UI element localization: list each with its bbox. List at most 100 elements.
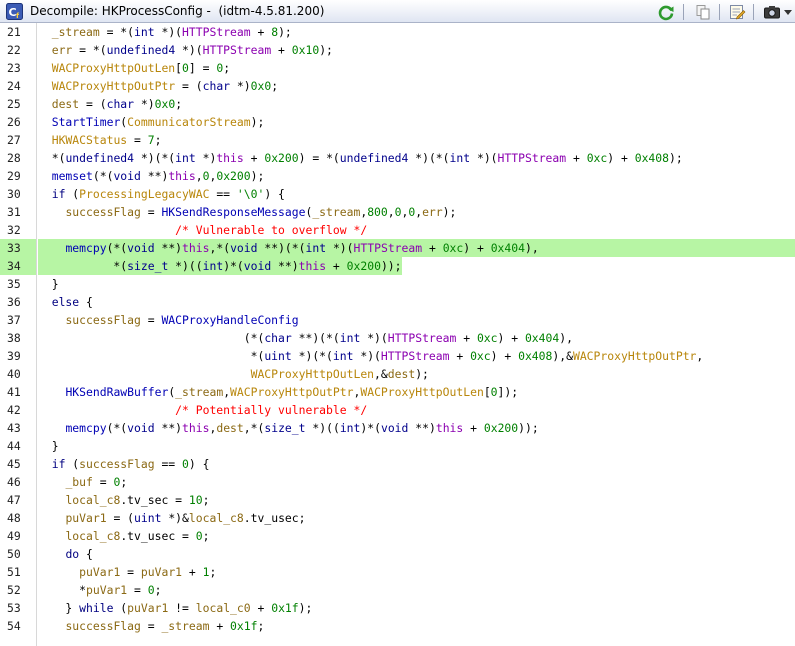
- code-token[interactable]: undefined4: [107, 43, 176, 57]
- code-token[interactable]: ,: [696, 349, 703, 363]
- code-line[interactable]: 52 *puVar1 = 0;: [0, 581, 795, 599]
- code-token[interactable]: 0: [148, 583, 155, 597]
- code-token[interactable]: 7: [148, 133, 155, 147]
- code-token[interactable]: puVar1: [79, 565, 120, 579]
- code-token[interactable]: 0x200: [484, 421, 518, 435]
- code-token[interactable]: *): [134, 97, 155, 111]
- code-text[interactable]: do {: [38, 545, 92, 563]
- code-token[interactable]: ),: [525, 241, 539, 255]
- code-token[interactable]: (: [65, 457, 79, 471]
- code-token[interactable]: +: [566, 151, 587, 165]
- code-token[interactable]: +: [271, 43, 292, 57]
- refresh-button[interactable]: [656, 2, 676, 21]
- code-token[interactable]: ;: [271, 79, 278, 93]
- code-token[interactable]: !=: [168, 601, 195, 615]
- code-token[interactable]: )*(: [223, 259, 244, 273]
- code-token[interactable]: memcpy: [65, 241, 106, 255]
- code-line[interactable]: 43 memcpy(*(void **)this,dest,*(size_t *…: [0, 419, 795, 437]
- code-token[interactable]: [38, 619, 65, 633]
- code-token[interactable]: this: [299, 259, 326, 273]
- code-token[interactable]: ));: [381, 259, 402, 273]
- code-token[interactable]: void: [381, 421, 408, 435]
- code-token[interactable]: _stream: [52, 25, 100, 39]
- code-line[interactable]: 46 _buf = 0;: [0, 473, 795, 491]
- code-token[interactable]: 0x200: [216, 169, 250, 183]
- code-token[interactable]: dest: [52, 97, 79, 111]
- code-token[interactable]: *)((: [168, 259, 202, 273]
- code-token[interactable]: ) +: [491, 349, 518, 363]
- code-token[interactable]: .tv_usec;: [244, 511, 306, 525]
- code-token[interactable]: ;: [203, 493, 210, 507]
- code-token[interactable]: 800: [367, 205, 388, 219]
- code-line[interactable]: 30 if (ProcessingLegacyWAC == '\0') {: [0, 185, 795, 203]
- code-token[interactable]: HTTPStream: [203, 43, 272, 57]
- code-token[interactable]: ) +: [607, 151, 634, 165]
- code-token[interactable]: ) = *(: [299, 151, 340, 165]
- code-token[interactable]: ]);: [498, 385, 519, 399]
- code-token[interactable]: dest: [216, 421, 243, 435]
- code-token[interactable]: .tv_usec =: [120, 529, 195, 543]
- code-token[interactable]: WACProxyHttpOutLen: [251, 367, 374, 381]
- code-text[interactable]: WACProxyHttpOutLen[0] = 0;: [38, 59, 230, 77]
- code-token[interactable]: *)(*(: [292, 349, 333, 363]
- code-token[interactable]: [38, 367, 251, 381]
- code-token[interactable]: ProcessingLegacyWAC: [79, 187, 209, 201]
- code-token[interactable]: 0x200: [347, 259, 381, 273]
- code-token[interactable]: +: [244, 151, 265, 165]
- code-token[interactable]: else: [52, 295, 79, 309]
- code-token[interactable]: =: [127, 583, 148, 597]
- code-token[interactable]: HKSendResponseMessage: [161, 205, 305, 219]
- code-line[interactable]: 32 /* Vulnerable to overflow */: [0, 221, 795, 239]
- code-token[interactable]: 0x408: [518, 349, 552, 363]
- code-text[interactable]: err = *(undefined4 *)(HTTPStream + 0x10)…: [38, 41, 333, 59]
- code-line[interactable]: 34 *(size_t *)((int)*(void **)this + 0x2…: [0, 257, 795, 275]
- code-token[interactable]: *)(*(: [134, 151, 175, 165]
- code-token[interactable]: [38, 241, 65, 255]
- code-token[interactable]: int: [333, 349, 354, 363]
- code-token[interactable]: int: [450, 151, 471, 165]
- code-text[interactable]: } while (puVar1 != local_c0 + 0x1f);: [38, 599, 312, 617]
- code-token[interactable]: (: [65, 187, 79, 201]
- code-token[interactable]: this: [182, 421, 209, 435]
- code-token[interactable]: *)&: [161, 511, 189, 525]
- code-token[interactable]: =: [120, 565, 141, 579]
- code-line[interactable]: 29 memset(*(void **)this,0,0x200);: [0, 167, 795, 185]
- code-line[interactable]: 22 err = *(undefined4 *)(HTTPStream + 0x…: [0, 41, 795, 59]
- code-line[interactable]: 36 else {: [0, 293, 795, 311]
- code-token[interactable]: =: [141, 205, 162, 219]
- code-line[interactable]: 31 successFlag = HKSendResponseMessage(_…: [0, 203, 795, 221]
- code-token[interactable]: char: [264, 331, 291, 345]
- code-token[interactable]: =: [141, 619, 162, 633]
- code-token[interactable]: StartTimer: [52, 115, 121, 129]
- code-token[interactable]: err: [52, 43, 73, 57]
- code-token[interactable]: HKWACStatus: [52, 133, 127, 147]
- code-token[interactable]: );: [251, 115, 265, 129]
- code-token[interactable]: puVar1: [65, 511, 106, 525]
- code-token[interactable]: uint: [264, 349, 291, 363]
- code-token[interactable]: +: [251, 25, 272, 39]
- code-token[interactable]: memcpy: [65, 421, 106, 435]
- code-line[interactable]: 47 local_c8.tv_sec = 10;: [0, 491, 795, 509]
- code-line[interactable]: 50 do {: [0, 545, 795, 563]
- code-token[interactable]: **): [141, 169, 169, 183]
- code-line[interactable]: 38 (*(char **)(*(int *)(HTTPStream + 0xc…: [0, 329, 795, 347]
- code-line[interactable]: 42 /* Potentially vulnerable */: [0, 401, 795, 419]
- code-token[interactable]: = *(: [72, 43, 106, 57]
- code-token[interactable]: ) {: [189, 457, 210, 471]
- code-token[interactable]: ;: [120, 475, 127, 489]
- code-token[interactable]: ;: [257, 619, 264, 633]
- code-token[interactable]: [38, 475, 65, 489]
- code-token[interactable]: 0: [196, 529, 203, 543]
- code-token[interactable]: 0x404: [525, 331, 559, 345]
- code-token[interactable]: int: [340, 331, 361, 345]
- code-text[interactable]: local_c8.tv_sec = 10;: [38, 491, 209, 509]
- code-text[interactable]: *(uint *)(*(int *)(HTTPStream + 0xc) + 0…: [38, 347, 704, 365]
- code-token[interactable]: );: [251, 169, 265, 183]
- code-text[interactable]: WACProxyHttpOutPtr = (char *)0x0;: [38, 77, 278, 95]
- code-token[interactable]: = (: [107, 511, 134, 525]
- code-token[interactable]: }: [38, 439, 59, 453]
- code-token[interactable]: ;: [175, 97, 182, 111]
- code-token[interactable]: char: [107, 97, 134, 111]
- code-token[interactable]: (*(: [107, 421, 128, 435]
- code-line[interactable]: 53 } while (puVar1 != local_c0 + 0x1f);: [0, 599, 795, 617]
